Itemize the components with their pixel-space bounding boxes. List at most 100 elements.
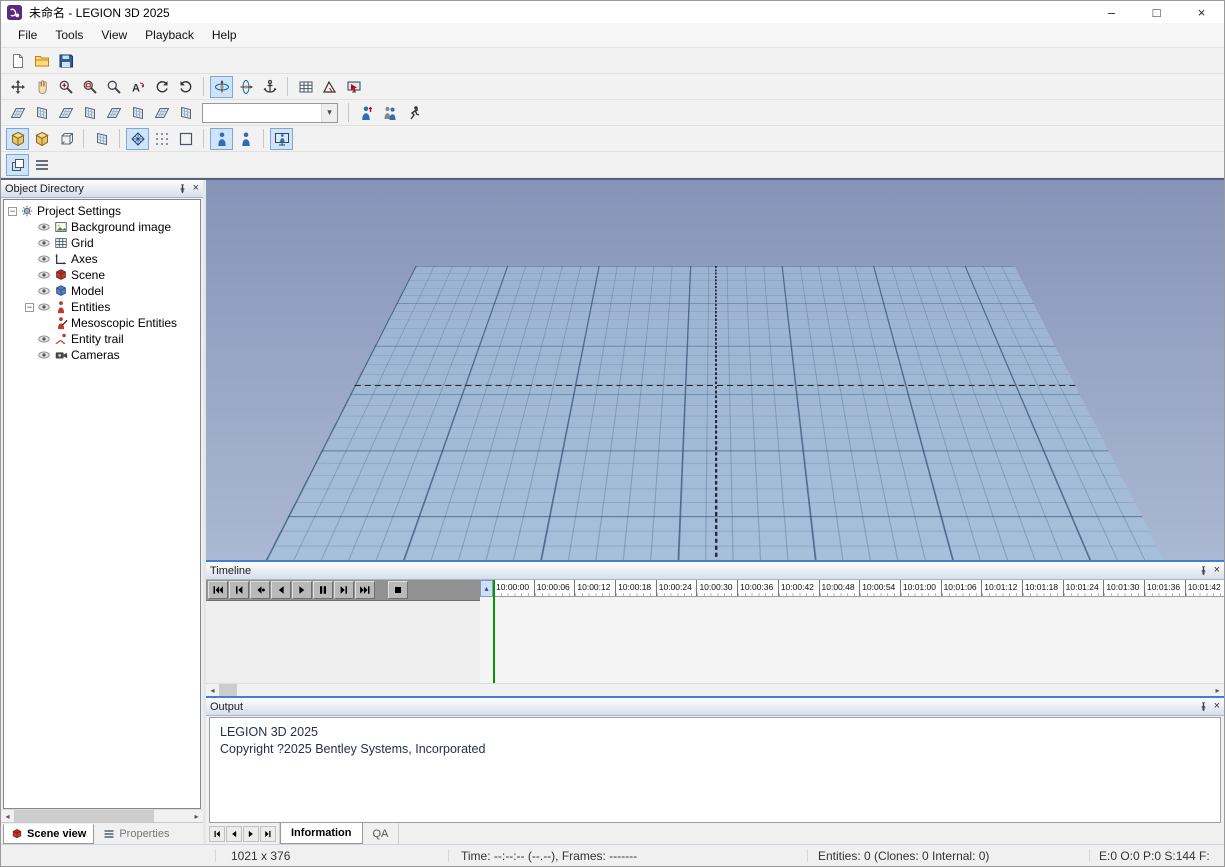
tree-item[interactable]: Background image	[4, 219, 200, 235]
step-forward-button[interactable]	[334, 581, 354, 599]
zoom-extents-button[interactable]	[102, 76, 125, 98]
tree-expander[interactable]	[25, 271, 34, 280]
plane-xy-button[interactable]	[6, 102, 29, 124]
plane-front-button[interactable]	[102, 102, 125, 124]
tree-horizontal-scrollbar[interactable]: ◂ ▸	[1, 809, 203, 822]
menu-item[interactable]: File	[9, 25, 46, 45]
tree-item[interactable]: Cameras	[4, 347, 200, 363]
panel-tab[interactable]: Properties	[95, 824, 177, 844]
tree-expander[interactable]	[25, 223, 34, 232]
tree-item[interactable]: − Entities	[4, 299, 200, 315]
entity-analysis-button[interactable]	[402, 102, 425, 124]
annotation-scale-button[interactable]	[126, 76, 149, 98]
tree-expander[interactable]	[42, 319, 51, 328]
menu-item[interactable]: View	[92, 25, 136, 45]
open-button[interactable]	[30, 50, 53, 72]
minimize-button[interactable]: –	[1089, 1, 1134, 23]
entity-style-button[interactable]	[234, 128, 257, 150]
save-button[interactable]	[54, 50, 77, 72]
entity-pin-button[interactable]	[354, 102, 377, 124]
pin-icon[interactable]	[177, 183, 188, 194]
output-prev-button[interactable]	[226, 826, 242, 842]
step-back-button[interactable]	[229, 581, 249, 599]
scroll-right-icon[interactable]: ▸	[1211, 684, 1224, 696]
solid-view-button[interactable]	[6, 128, 29, 150]
zoom-window-button[interactable]	[78, 76, 101, 98]
scrollbar-thumb[interactable]	[14, 810, 154, 822]
wireframe-view-button[interactable]	[54, 128, 77, 150]
tree-item[interactable]: Axes	[4, 251, 200, 267]
rotate-cw-button[interactable]	[174, 76, 197, 98]
preset-combobox[interactable]: ▾	[202, 103, 338, 123]
visibility-eye-icon[interactable]	[37, 332, 51, 346]
scrollbar-track[interactable]	[154, 810, 190, 822]
close-panel-icon[interactable]: ×	[1214, 565, 1220, 576]
show-entities-button[interactable]	[210, 128, 233, 150]
scrollbar-thumb[interactable]	[219, 684, 237, 696]
entity-group-button[interactable]	[378, 102, 401, 124]
tree-item[interactable]: Mesoscopic Entities	[4, 315, 200, 331]
tree-item[interactable]: Scene	[4, 267, 200, 283]
tree-item[interactable]: − Project Settings	[4, 203, 200, 219]
spin-button[interactable]	[234, 76, 257, 98]
tree-expander[interactable]: −	[25, 303, 34, 312]
measure-angle-button[interactable]	[318, 76, 341, 98]
timeline-expand-button[interactable]: ▴	[480, 580, 493, 597]
record-button[interactable]	[250, 581, 270, 599]
mesoscopic-view-button[interactable]	[270, 128, 293, 150]
output-last-button[interactable]	[260, 826, 276, 842]
ground-plane-button[interactable]	[90, 128, 113, 150]
plane-custom-button[interactable]	[174, 102, 197, 124]
visibility-eye-icon[interactable]	[37, 220, 51, 234]
visibility-eye-icon[interactable]	[37, 284, 51, 298]
plane-iso-button[interactable]	[150, 102, 173, 124]
zoom-in-button[interactable]	[54, 76, 77, 98]
anchor-view-button[interactable]	[258, 76, 281, 98]
scroll-left-icon[interactable]: ◂	[206, 684, 219, 696]
pin-icon[interactable]	[1198, 565, 1209, 576]
layered-view-button[interactable]	[6, 154, 29, 176]
output-first-button[interactable]	[209, 826, 225, 842]
timeline-ruler[interactable]: 10:00:0010:00:0610:00:1210:00:1810:00:24…	[493, 580, 1224, 597]
plane-side-button[interactable]	[126, 102, 149, 124]
new-button[interactable]	[6, 50, 29, 72]
close-panel-icon[interactable]: ×	[193, 183, 199, 194]
menu-item[interactable]: Tools	[46, 25, 92, 45]
output-tab[interactable]: QA	[363, 823, 400, 844]
menu-item[interactable]: Help	[203, 25, 246, 45]
visibility-eye-icon[interactable]	[37, 252, 51, 266]
tree-expander[interactable]	[25, 351, 34, 360]
visibility-eye-icon[interactable]	[37, 268, 51, 282]
skip-to-end-button[interactable]	[355, 581, 375, 599]
visibility-eye-icon[interactable]	[37, 348, 51, 362]
timeline-cursor[interactable]	[493, 580, 495, 683]
panel-tab[interactable]: Scene view	[3, 824, 94, 844]
visibility-eye-icon[interactable]	[37, 300, 51, 314]
hand-pan-button[interactable]	[30, 76, 53, 98]
shaded-view-button[interactable]	[30, 128, 53, 150]
stop-button[interactable]	[388, 581, 408, 599]
close-button[interactable]: ×	[1179, 1, 1224, 23]
play-button[interactable]	[292, 581, 312, 599]
output-tab[interactable]: Information	[280, 823, 363, 844]
tree-expander[interactable]	[25, 335, 34, 344]
show-grid-button[interactable]	[126, 128, 149, 150]
show-points-button[interactable]	[150, 128, 173, 150]
viewport-3d[interactable]	[206, 180, 1224, 560]
tree-expander[interactable]	[25, 287, 34, 296]
tree-expander[interactable]	[25, 239, 34, 248]
timeline-horizontal-scrollbar[interactable]: ◂ ▸	[206, 683, 1224, 696]
close-panel-icon[interactable]: ×	[1214, 701, 1220, 712]
orbit-button[interactable]	[210, 76, 233, 98]
tree-expander[interactable]: −	[8, 207, 17, 216]
visibility-eye-icon[interactable]	[37, 236, 51, 250]
timeline-track[interactable]	[480, 597, 1224, 683]
plane-xz-button[interactable]	[30, 102, 53, 124]
tree-item[interactable]: Entity trail	[4, 331, 200, 347]
scroll-right-icon[interactable]: ▸	[190, 810, 203, 822]
pause-button[interactable]	[313, 581, 333, 599]
plane-top-button[interactable]	[78, 102, 101, 124]
grid-display-button[interactable]	[294, 76, 317, 98]
menu-item[interactable]: Playback	[136, 25, 203, 45]
presentation-mode-button[interactable]	[342, 76, 365, 98]
